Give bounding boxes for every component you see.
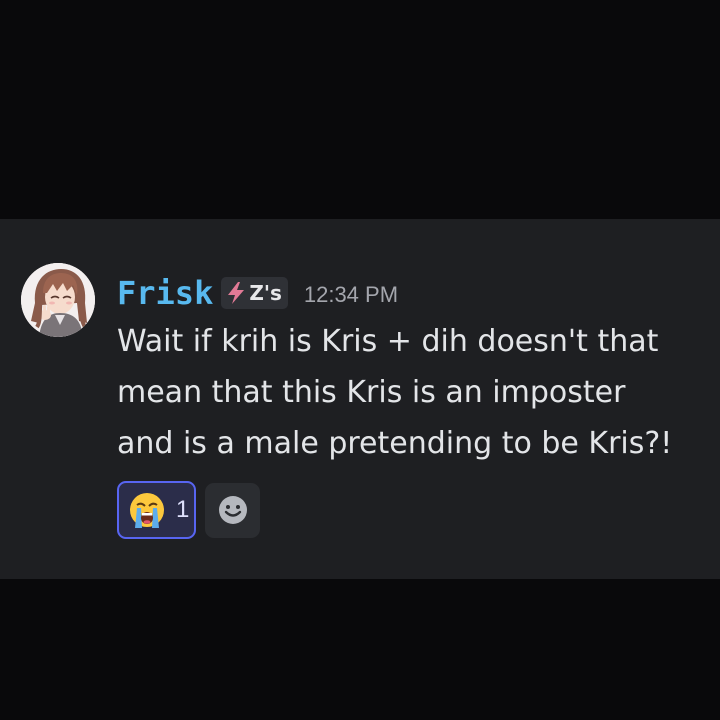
anime-girl-avatar xyxy=(21,263,95,337)
message-line: mean that this Kris is an imposter xyxy=(117,375,626,410)
add-reaction-button[interactable] xyxy=(205,482,260,538)
loudly-crying-face-icon xyxy=(130,493,164,528)
message-line: Wait if krih is Kris + dih doesn't that xyxy=(117,324,659,359)
username[interactable]: Frisk xyxy=(117,270,213,316)
reactions-bar: 1 xyxy=(117,481,260,539)
lightning-bolt-icon xyxy=(228,282,245,304)
avatar[interactable] xyxy=(21,263,95,337)
message-content: Wait if krih is Kris + dih doesn't that … xyxy=(117,316,707,469)
message-header: Frisk Z's 12:34 PM xyxy=(117,270,398,316)
timestamp[interactable]: 12:34 PM xyxy=(304,268,398,318)
server-tag[interactable]: Z's xyxy=(221,277,288,309)
message-line: and is a male pretending to be Kris?! xyxy=(117,426,673,461)
reaction-crying[interactable]: 1 xyxy=(117,481,196,539)
server-tag-label: Z's xyxy=(249,281,282,305)
reaction-count: 1 xyxy=(176,496,190,523)
smiley-add-reaction-icon xyxy=(218,496,247,524)
